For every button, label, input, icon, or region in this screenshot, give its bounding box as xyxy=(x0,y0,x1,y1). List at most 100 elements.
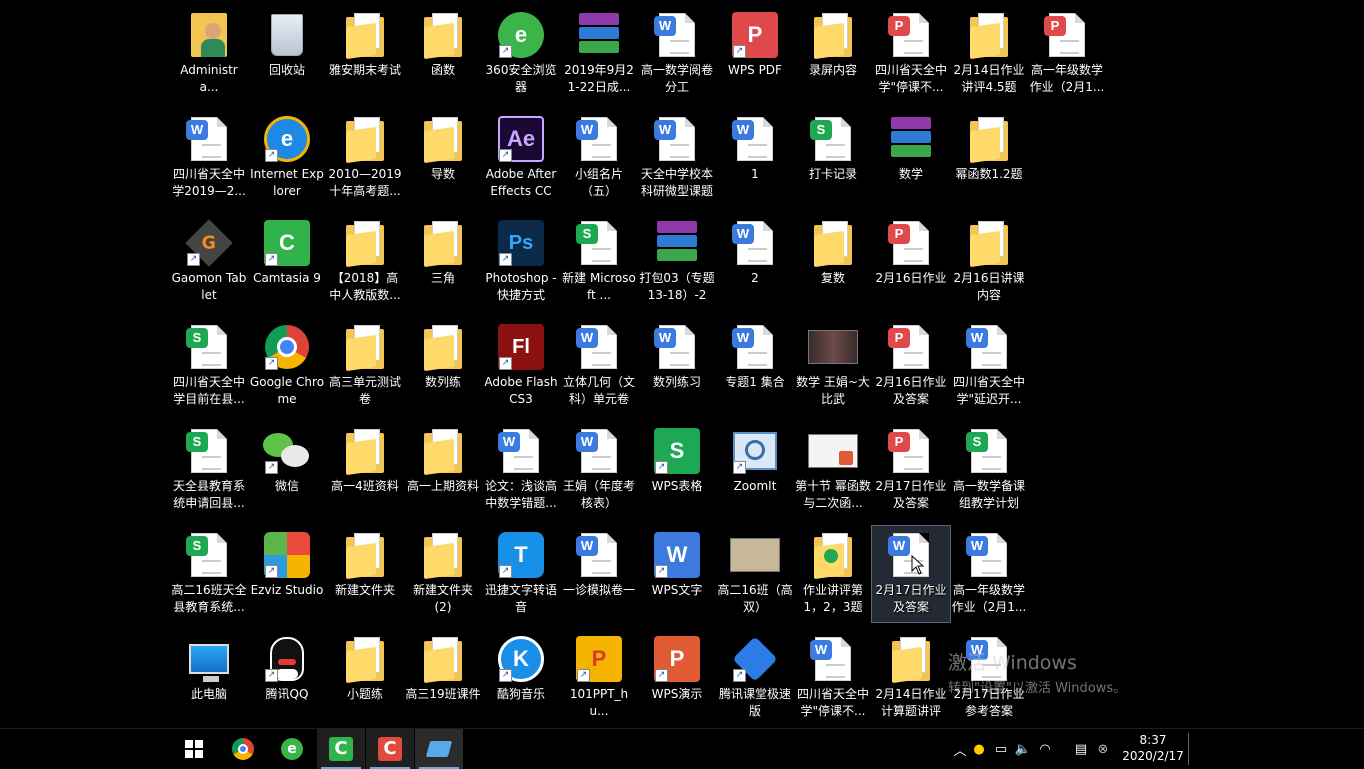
network-icon[interactable]: ◠ xyxy=(1034,742,1056,757)
desktop-icon-2-5[interactable]: Ae↗Adobe After Effects CC ... xyxy=(482,110,560,206)
desktop-icon-5-3[interactable]: 高一4班资料 xyxy=(326,422,404,518)
desktop-icon-5-2[interactable]: ↗ 微信 xyxy=(248,422,326,518)
desktop-icon-4-10[interactable]: P 2月16日作业及答案 xyxy=(872,318,950,414)
desktop-icon-3-10[interactable]: P 2月16日作业 xyxy=(872,214,950,310)
desktop-icon-4-2[interactable]: ↗ Google Chrome xyxy=(248,318,326,414)
start-button[interactable] xyxy=(170,729,218,769)
desktop-icon-6-6[interactable]: W 一诊模拟卷一 xyxy=(560,526,638,622)
desktop-icon-2-7[interactable]: W 天全中学校本科研微型课题 xyxy=(638,110,716,206)
desktop-icon-2-1[interactable]: W 四川省天全中学2019—2... xyxy=(170,110,248,206)
desktop-icon-4-4[interactable]: 数列练 xyxy=(404,318,482,414)
desktop-icon-7-5[interactable]: K ↗ 酷狗音乐 xyxy=(482,630,560,726)
show-hidden-icons-button[interactable]: ︿ xyxy=(952,740,968,759)
desktop-icon-7-6[interactable]: P ↗ 101PPT_hu... xyxy=(560,630,638,726)
desktop-icon-3-1[interactable]: G ↗ Gaomon Tablet xyxy=(170,214,248,310)
desktop-icon-5-10[interactable]: P 2月17日作业及答案 xyxy=(872,422,950,518)
desktop-icon-2-8[interactable]: W1 xyxy=(716,110,794,206)
desktop-icon-4-8[interactable]: W 专题1 集合 xyxy=(716,318,794,414)
desktop-icon-1-8[interactable]: P ↗ WPS PDF xyxy=(716,6,794,102)
desktop-icon-label: 此电脑 xyxy=(190,687,227,701)
desktop-icon-7-1[interactable]: 此电脑 xyxy=(170,630,248,726)
desktop-icon-4-7[interactable]: W 数列练习 xyxy=(638,318,716,414)
desktop-icon-3-5[interactable]: Ps ↗ Photoshop - 快捷方式 xyxy=(482,214,560,310)
desktop-icon-6-5[interactable]: T ↗ 迅捷文字转语音 xyxy=(482,526,560,622)
desktop-icon-1-10[interactable]: P 四川省天全中学"停课不... xyxy=(872,6,950,102)
desktop-icon-4-1[interactable]: S 四川省天全中学目前在县... xyxy=(170,318,248,414)
desktop-icon-1-11[interactable]: 2月14日作业讲评4.5题 xyxy=(950,6,1028,102)
desktop-icon-2-2[interactable]: e ↗ Internet Explorer xyxy=(248,110,326,206)
desktop-icon-4-3[interactable]: 高三单元测试卷 xyxy=(326,318,404,414)
desktop-icon-5-7[interactable]: S ↗ WPS表格 xyxy=(638,422,716,518)
desktop-icon-4-9[interactable]: 数学 王娟~大比武 xyxy=(794,318,872,414)
desktop-icon-label: Gaomon Tablet xyxy=(171,271,247,302)
close-circle-icon[interactable]: ⊗ xyxy=(1092,742,1114,757)
desktop-icon-label: 数学 王娟~大比武 xyxy=(796,375,870,406)
desktop-icon-3-7[interactable]: 打包03（专题13-18）-20... xyxy=(638,214,716,310)
desktop-icon-2-6[interactable]: W 小组名片（五） xyxy=(560,110,638,206)
desktop-icon-5-5[interactable]: W 论文：浅谈高中数学错题... xyxy=(482,422,560,518)
desktop-icon-7-7[interactable]: P ↗ WPS演示 xyxy=(638,630,716,726)
desktop-icon-1-5[interactable]: e ↗ 360安全浏览器 xyxy=(482,6,560,102)
desktop-icon-2-3[interactable]: 2010—2019十年高考题... xyxy=(326,110,404,206)
folder-icon xyxy=(340,426,390,476)
desktop-icon-1-1[interactable]: Administra... xyxy=(170,6,248,102)
desktop-icon-5-4[interactable]: 高一上期资料 xyxy=(404,422,482,518)
desktop-icon-3-2[interactable]: C ↗ Camtasia 9 xyxy=(248,214,326,310)
taskbar-360-browser[interactable]: e xyxy=(268,729,316,769)
wps-pdf-icon: P ↗ xyxy=(730,10,780,60)
desktop-icon-1-4[interactable]: 函数 xyxy=(404,6,482,102)
desktop-icon-5-8[interactable]: ↗ ZoomIt xyxy=(716,422,794,518)
desktop-icon-2-9[interactable]: S 打卡记录 xyxy=(794,110,872,206)
volume-icon[interactable]: 🔈 xyxy=(1012,742,1034,757)
desktop-icon-2-11[interactable]: 幂函数1.2题 xyxy=(950,110,1028,206)
desktop-icon-7-8[interactable]: ↗ 腾讯课堂极速版 xyxy=(716,630,794,726)
desktop-icon-4-5[interactable]: Fl ↗ Adobe Flash CS3 xyxy=(482,318,560,414)
desktop-icon-2-10[interactable]: 数学 xyxy=(872,110,950,206)
desktop-icon-1-12[interactable]: P 高一年级数学作业（2月1... xyxy=(1028,6,1106,102)
notification-icon[interactable]: ▤ xyxy=(1070,742,1092,757)
desktop-icon-6-9[interactable]: 作业讲评第1，2，3题 xyxy=(794,526,872,622)
desktop-icon-6-3[interactable]: 新建文件夹 xyxy=(326,526,404,622)
taskbar-gaomon[interactable] xyxy=(415,729,463,769)
desktop-icon-6-4[interactable]: 新建文件夹 (2) xyxy=(404,526,482,622)
desktop-icon-3-11[interactable]: 2月16日讲课内容 xyxy=(950,214,1028,310)
desktop-icon-6-2[interactable]: ↗ Ezviz Studio xyxy=(248,526,326,622)
desktop-icon-3-8[interactable]: W2 xyxy=(716,214,794,310)
desktop-icon-6-7[interactable]: W ↗ WPS文字 xyxy=(638,526,716,622)
desktop-icon-5-1[interactable]: S 天全县教育系统申请回县... xyxy=(170,422,248,518)
desktop-icon-5-11[interactable]: S 高一数学备课组教学计划 xyxy=(950,422,1028,518)
desktop-icon-label: Internet Explorer xyxy=(250,167,324,198)
desktop-icon-7-9[interactable]: W 四川省天全中学"停课不... xyxy=(794,630,872,726)
desktop-icon-4-6[interactable]: W 立体几何（文科）单元卷 xyxy=(560,318,638,414)
desktop-icon-1-6[interactable]: 2019年9月21-22日成... xyxy=(560,6,638,102)
desktop-icon-6-8[interactable]: 高二16班（高双） xyxy=(716,526,794,622)
desktop-icon-7-3[interactable]: 小题练 xyxy=(326,630,404,726)
desktop-icon-3-3[interactable]: 【2018】高中人教版数... xyxy=(326,214,404,310)
desktop-icon-5-6[interactable]: W 王娟（年度考核表） xyxy=(560,422,638,518)
taskbar-chrome[interactable] xyxy=(219,729,267,769)
desktop-icon-3-4[interactable]: 三角 xyxy=(404,214,482,310)
desktop-icon-7-10[interactable]: 2月14日作业计算题讲评 xyxy=(872,630,950,726)
desktop-icon-7-11[interactable]: W 2月17日作业参考答案 xyxy=(950,630,1028,726)
qq-tray-icon[interactable]: ● xyxy=(968,742,990,757)
desktop-icon-2-4[interactable]: 导数 xyxy=(404,110,482,206)
desktop-icon-7-4[interactable]: 高三19班课件 xyxy=(404,630,482,726)
desktop-icon-label: 微信 xyxy=(274,479,299,493)
desktop-icon-label: 高三单元测试卷 xyxy=(328,375,401,406)
desktop-icon-1-7[interactable]: W 高一数学阅卷分工 xyxy=(638,6,716,102)
desktop-icon-1-3[interactable]: 雅安期末考试 xyxy=(326,6,404,102)
battery-icon[interactable]: ▭ xyxy=(990,742,1012,757)
desktop-icon-1-9[interactable]: 录屏内容 xyxy=(794,6,872,102)
desktop-icon-3-6[interactable]: S 新建 Microsoft ... xyxy=(560,214,638,310)
clock[interactable]: 8:37 2020/2/17 xyxy=(1118,732,1188,764)
desktop-icon-1-2[interactable]: 回收站 xyxy=(248,6,326,102)
desktop-icon-6-11[interactable]: W 高一年级数学作业（2月1... xyxy=(950,526,1028,622)
desktop-icon-6-1[interactable]: S 高二16班天全县教育系统... xyxy=(170,526,248,622)
desktop-icon-7-2[interactable]: ↗ 腾讯QQ xyxy=(248,630,326,726)
show-desktop-divider[interactable] xyxy=(1188,733,1189,765)
desktop-icon-4-11[interactable]: W 四川省天全中学"延迟开... xyxy=(950,318,1028,414)
taskbar-camtasia[interactable]: C xyxy=(317,729,365,769)
desktop-icon-3-9[interactable]: 复数 xyxy=(794,214,872,310)
taskbar-camtasia-recorder[interactable]: C xyxy=(366,729,414,769)
desktop-icon-5-9[interactable]: 第十节 幂函数与二次函... xyxy=(794,422,872,518)
